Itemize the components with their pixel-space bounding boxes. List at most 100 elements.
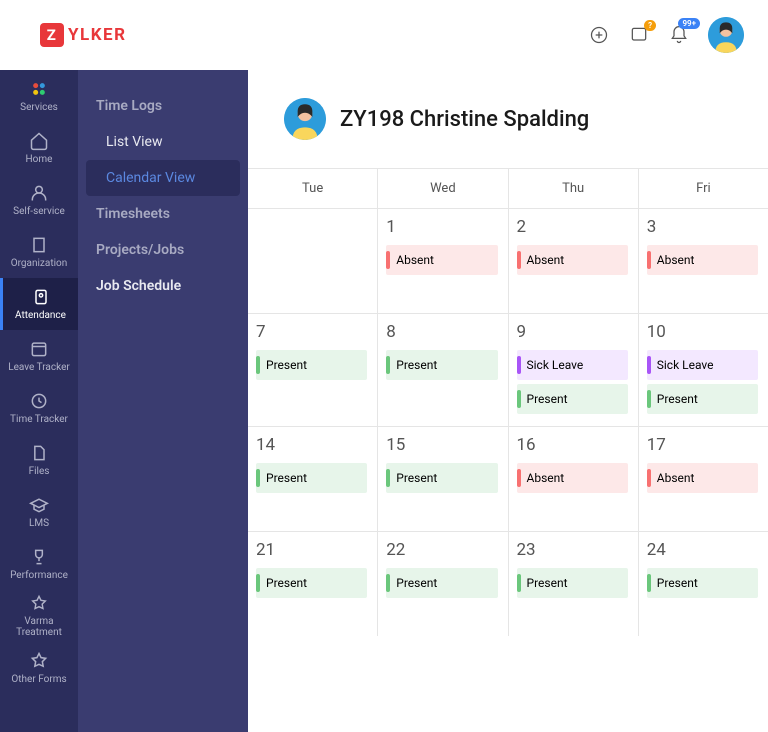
calendar-cell[interactable]: 8 Present [378,314,508,426]
rail-item-other-forms[interactable]: Other Forms [0,642,78,694]
calendar-cell[interactable]: 1 Absent [378,209,508,313]
day-number: 24 [647,540,758,560]
calendar-icon [29,339,49,359]
status-label: Sick Leave [527,358,584,372]
day-number: 7 [256,322,367,342]
topbar: Z YLKER ? 99+ [0,0,768,70]
notification-badge: 99+ [678,18,700,29]
graduation-icon [29,495,49,515]
day-number: 14 [256,435,367,455]
rail-label: Other Forms [11,674,66,685]
calendar-cell[interactable]: 24 Present [639,532,768,636]
bell-icon[interactable]: 99+ [668,24,690,46]
calendar-cell[interactable]: 14 Present [248,427,378,531]
subnav-group-timesheets[interactable]: Timesheets [78,196,248,232]
subnav: Time Logs List View Calendar View Timesh… [78,70,248,732]
calendar-cell[interactable]: 3 Absent [639,209,768,313]
day-number: 17 [647,435,758,455]
status-present[interactable]: Present [386,350,497,380]
status-absent[interactable]: Absent [517,463,628,493]
status-present[interactable]: Present [647,384,758,414]
calendar-cell[interactable]: 17 Absent [639,427,768,531]
subnav-item-calendar-view[interactable]: Calendar View [86,160,240,196]
status-label: Absent [527,471,565,485]
status-label: Present [527,392,568,406]
status-present[interactable]: Present [386,463,497,493]
rail-label: Files [29,466,50,477]
calendar-cell[interactable]: 23 Present [509,532,639,636]
calendar-cell[interactable]: 22 Present [378,532,508,636]
subnav-group-timelogs: Time Logs [78,88,248,124]
calendar-header-row: Tue Wed Thu Fri [248,168,768,208]
status-present[interactable]: Present [256,350,367,380]
status-absent[interactable]: Absent [517,245,628,275]
trophy-icon [29,547,49,567]
rail-item-varma-treatment[interactable]: Varma Treatment [0,590,78,642]
rail-item-leave-tracker[interactable]: Leave Tracker [0,330,78,382]
main-header: ZY198 Christine Spalding [248,70,768,168]
rail-item-self-service[interactable]: Self-service [0,174,78,226]
status-label: Absent [657,471,695,485]
nav-rail: Services Home Self-service Organization … [0,70,78,732]
app-body: Services Home Self-service Organization … [0,70,768,732]
person-icon [29,183,49,203]
status-present[interactable]: Present [386,568,497,598]
status-present[interactable]: Present [517,568,628,598]
main-panel: ZY198 Christine Spalding Tue Wed Thu Fri… [248,70,768,732]
calendar-row: 21 Present 22 Present 23 Present 24 Pres… [248,531,768,636]
rail-item-services[interactable]: Services [0,70,78,122]
status-sick-leave[interactable]: Sick Leave [647,350,758,380]
calendar-grid: Tue Wed Thu Fri 1 Absent 2 Absent [248,168,768,636]
building-icon [29,235,49,255]
status-label: Absent [527,253,565,267]
day-number: 8 [386,322,497,342]
user-avatar-top[interactable] [708,17,744,53]
subnav-item-job-schedule[interactable]: Job Schedule [78,268,248,304]
badge-icon [31,287,51,307]
rail-item-home[interactable]: Home [0,122,78,174]
status-present[interactable]: Present [647,568,758,598]
rail-item-files[interactable]: Files [0,434,78,486]
subnav-group-projects-jobs[interactable]: Projects/Jobs [78,232,248,268]
day-number: 21 [256,540,367,560]
calendar-cell[interactable] [248,209,378,313]
rail-label: Performance [10,570,68,581]
help-chat-icon[interactable]: ? [628,24,650,46]
rail-label: Self-service [13,206,65,217]
rail-item-lms[interactable]: LMS [0,486,78,538]
status-present[interactable]: Present [256,568,367,598]
status-absent[interactable]: Absent [386,245,497,275]
rail-item-performance[interactable]: Performance [0,538,78,590]
rail-item-organization[interactable]: Organization [0,226,78,278]
brand-text: YLKER [68,25,126,45]
status-absent[interactable]: Absent [647,245,758,275]
calendar-cell[interactable]: 21 Present [248,532,378,636]
calendar-cell[interactable]: 16 Absent [509,427,639,531]
rail-label: Home [26,154,53,165]
cal-head-thu: Thu [509,169,639,208]
calendar-cell[interactable]: 15 Present [378,427,508,531]
calendar-cell[interactable]: 9 Sick Leave Present [509,314,639,426]
day-number: 22 [386,540,497,560]
user-avatar[interactable] [284,98,326,140]
calendar-cell[interactable]: 7 Present [248,314,378,426]
rail-item-attendance[interactable]: Attendance [0,278,78,330]
status-absent[interactable]: Absent [647,463,758,493]
day-number: 23 [517,540,628,560]
plus-circle-icon[interactable] [588,24,610,46]
status-label: Present [657,576,698,590]
star-icon [29,594,49,613]
status-label: Present [266,576,307,590]
calendar-cell[interactable]: 10 Sick Leave Present [639,314,768,426]
rail-item-time-tracker[interactable]: Time Tracker [0,382,78,434]
status-present[interactable]: Present [256,463,367,493]
rail-label: Organization [11,258,68,269]
status-label: Present [396,358,437,372]
status-present[interactable]: Present [517,384,628,414]
status-label: Present [657,392,698,406]
subnav-item-list-view[interactable]: List View [78,124,248,160]
day-number: 15 [386,435,497,455]
status-sick-leave[interactable]: Sick Leave [517,350,628,380]
brand-logo[interactable]: Z YLKER [40,23,126,47]
calendar-cell[interactable]: 2 Absent [509,209,639,313]
